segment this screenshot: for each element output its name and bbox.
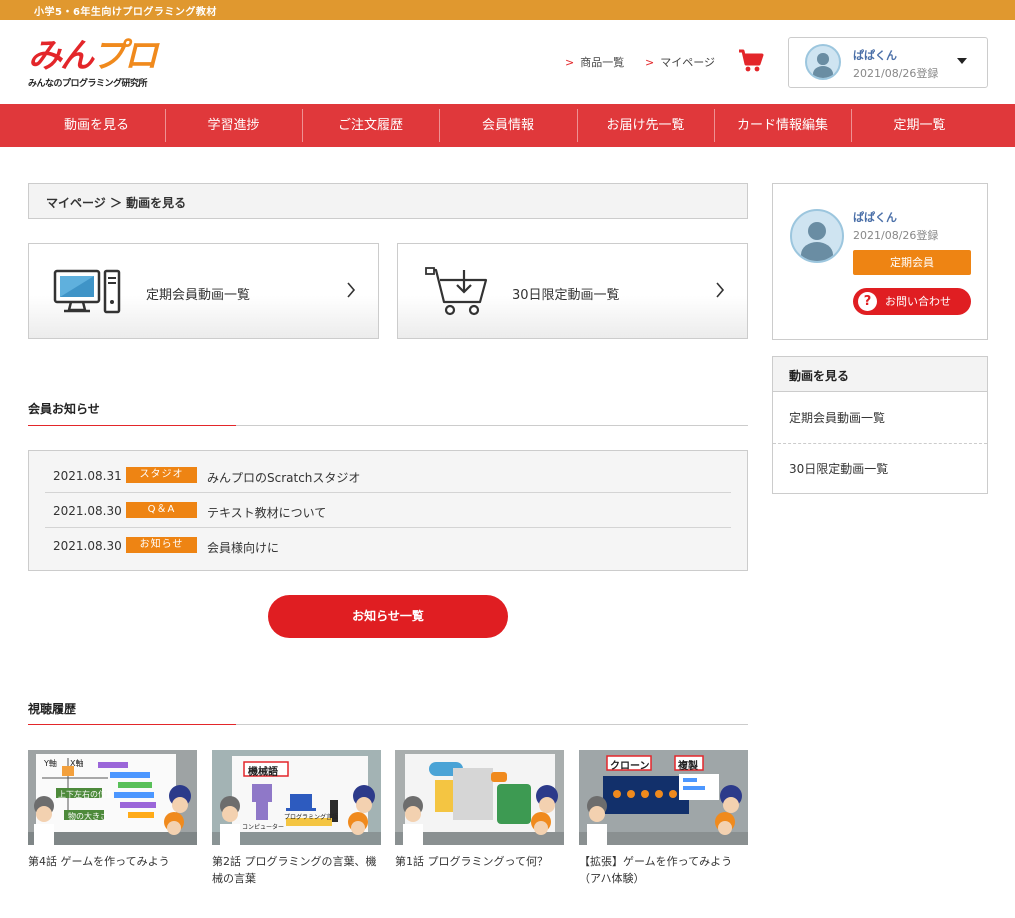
user-registered: 2021/08/26登録	[853, 229, 939, 242]
tagline: 小学5・6年生向けプログラミング教材	[34, 7, 217, 18]
user-menu[interactable]: ぱぱくん 2021/08/26登録	[788, 37, 988, 88]
thumb-label: 機械語	[248, 767, 278, 778]
nav-member-info[interactable]: 会員情報	[439, 104, 577, 147]
card-label: 定期会員動画一覧	[146, 288, 251, 303]
sidebar-menu-heading: 動画を見る	[773, 357, 987, 392]
membership-badge: 定期会員	[853, 250, 971, 275]
user-name: ぱぱくん	[853, 211, 897, 224]
cart-icon[interactable]	[738, 49, 764, 73]
contact-label: お問い合わせ	[885, 295, 951, 308]
logo-subtitle: みんなのプログラミング研究所	[28, 79, 148, 89]
chevron-right-icon: >	[565, 56, 575, 69]
video-title[interactable]: 第2話 プログラミングの言葉、機械の言葉	[212, 853, 384, 887]
sidebar-item-limited-videos[interactable]: 30日限定動画一覧	[789, 460, 888, 477]
thumb-label: プログラミング言語	[284, 814, 339, 821]
thumb-label: 複製	[678, 761, 698, 772]
breadcrumb-text: マイページ ＞ 動画を見る	[46, 196, 187, 210]
news-category-badge: お知らせ	[126, 537, 197, 553]
logo[interactable]: みんプロ みんなのプログラミング研究所	[28, 36, 158, 90]
cart-download-icon	[424, 266, 494, 316]
sidebar-user-panel: ぱぱくん 2021/08/26登録 定期会員 ? お問い合わせ	[772, 183, 988, 340]
products-link[interactable]: > 商品一覧	[565, 54, 624, 70]
thumb-label: 上下左右の位置	[58, 790, 114, 799]
nav-delivery-addresses[interactable]: お届け先一覧	[577, 104, 714, 147]
thumb-label: Y軸	[44, 759, 57, 768]
news-item[interactable]: 2021.08.30 Q＆A テキスト教材について	[45, 493, 731, 528]
video-thumbnail[interactable]	[395, 750, 564, 845]
news-heading: 会員お知らせ	[28, 402, 100, 416]
thumb-label: コンピューター	[242, 824, 285, 831]
history-heading-rule	[28, 724, 748, 725]
video-thumbnail[interactable]: クローン 複製	[579, 750, 748, 845]
nav-subscriptions[interactable]: 定期一覧	[851, 104, 988, 147]
thumb-label: X軸	[70, 759, 84, 768]
news-title[interactable]: テキスト教材について	[207, 504, 326, 521]
nav-watch-videos[interactable]: 動画を見る	[28, 104, 165, 147]
contact-button[interactable]: ? お問い合わせ	[853, 288, 971, 315]
logo-mark: みんプロ	[28, 36, 158, 76]
avatar	[805, 44, 841, 80]
video-title[interactable]: 【拡張】ゲームを作ってみよう（アハ体験）	[579, 853, 751, 887]
thumb-label: 物の大きさ	[68, 812, 108, 821]
limited-videos-card[interactable]: 30日限定動画一覧	[397, 243, 748, 339]
news-date: 2021.08.31	[53, 469, 122, 483]
news-item[interactable]: 2021.08.30 お知らせ 会員様向けに	[45, 528, 731, 563]
thumb-label: クローン	[610, 761, 650, 772]
news-date: 2021.08.30	[53, 504, 122, 518]
user-registered: 2021/08/26登録	[853, 67, 939, 80]
sidebar-item-subscriber-videos[interactable]: 定期会員動画一覧	[789, 409, 885, 426]
card-label: 30日限定動画一覧	[512, 288, 620, 303]
video-thumbnail[interactable]: Y軸 X軸 上下左右の位置 物の大きさ	[28, 750, 197, 845]
video-title[interactable]: 第4話 ゲームを作ってみよう	[28, 853, 200, 870]
breadcrumb: マイページ ＞ 動画を見る	[28, 183, 748, 219]
video-title[interactable]: 第1話 プログラミングって何？	[395, 853, 567, 870]
avatar	[790, 209, 844, 263]
news-category-badge: Q＆A	[126, 502, 197, 518]
news-category-badge: スタジオ	[126, 467, 197, 483]
chevron-right-icon	[715, 281, 725, 299]
news-item[interactable]: 2021.08.31 スタジオ みんプロのScratchスタジオ	[45, 458, 731, 493]
subscriber-videos-card[interactable]: 定期会員動画一覧	[28, 243, 379, 339]
chevron-right-icon: >	[645, 56, 655, 69]
nav-card-edit[interactable]: カード情報編集	[714, 104, 851, 147]
main-nav: 動画を見る 学習進捗 ご注文履歴 会員情報 お届け先一覧 カード情報編集 定期一…	[0, 104, 1015, 147]
news-title[interactable]: 会員様向けに	[207, 539, 279, 556]
computer-icon	[53, 268, 123, 316]
question-icon: ?	[858, 292, 877, 311]
video-thumbnail[interactable]: 機械語 コンピューター プログラミング言語	[212, 750, 381, 845]
user-name: ぱぱくん	[853, 49, 897, 62]
divider	[773, 443, 987, 444]
nav-order-history[interactable]: ご注文履歴	[302, 104, 439, 147]
news-title[interactable]: みんプロのScratchスタジオ	[207, 469, 360, 486]
news-list: 2021.08.31 スタジオ みんプロのScratchスタジオ 2021.08…	[28, 450, 748, 571]
news-list-button[interactable]: お知らせ一覧	[268, 595, 508, 638]
history-heading: 視聴履歴	[28, 702, 77, 716]
sidebar-video-menu: 動画を見る 定期会員動画一覧 30日限定動画一覧	[772, 356, 988, 494]
nav-progress[interactable]: 学習進捗	[165, 104, 302, 147]
top-strip: 小学5・6年生向けプログラミング教材	[0, 0, 1015, 20]
caret-down-icon	[957, 58, 967, 64]
news-heading-rule	[28, 425, 748, 426]
news-date: 2021.08.30	[53, 539, 122, 553]
chevron-right-icon	[346, 281, 356, 299]
mypage-link[interactable]: > マイページ	[645, 54, 715, 70]
